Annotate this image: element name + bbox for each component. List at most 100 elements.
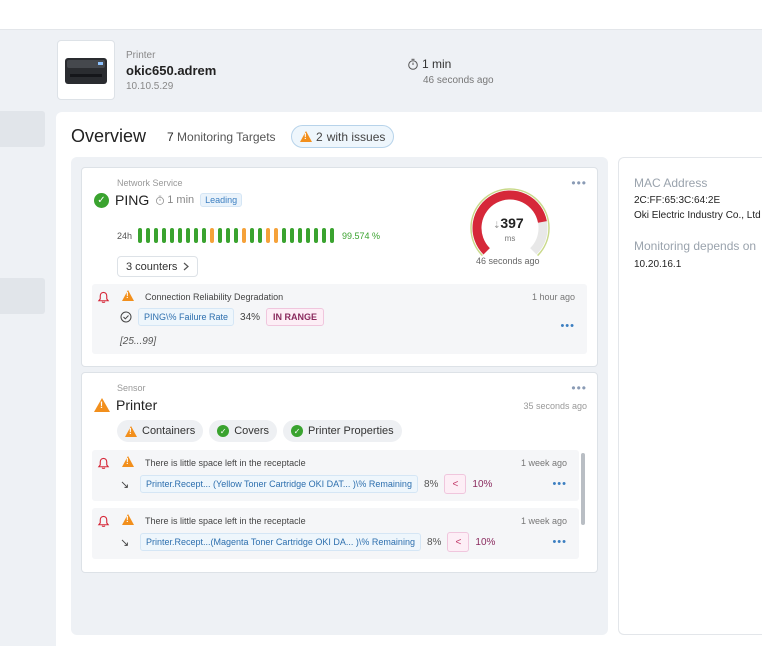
sensor-groups: Containers ✓ Covers ✓ Printer Properties (117, 420, 402, 442)
target-name: PING (115, 192, 150, 208)
stopwatch-icon (408, 58, 418, 70)
device-name: okic650.adrem (126, 63, 217, 78)
alerts-scrollbar[interactable] (581, 453, 585, 525)
main-panel: Overview 7 Monitoring Targets 2 with iss… (56, 112, 762, 646)
gauge-value: 397 (500, 215, 524, 231)
more-options-icon[interactable]: ••• (571, 381, 587, 395)
metric-value: 34% (240, 311, 261, 323)
last-check-time: 46 seconds ago (423, 75, 494, 86)
chip-containers[interactable]: Containers (117, 420, 204, 442)
counters-label: 3 counters (126, 260, 178, 273)
printer-icon (65, 58, 107, 84)
alert-more-icon[interactable]: ••• (560, 320, 575, 332)
sidebar-tab-2[interactable] (0, 278, 45, 314)
history-bar (306, 228, 311, 243)
device-thumbnail (57, 40, 115, 100)
history-bar (274, 228, 279, 243)
check-interval-value: 1 min (422, 57, 452, 71)
bell-icon (97, 457, 110, 469)
alert-title: There is little space left in the recept… (145, 516, 306, 526)
check-circle-icon (120, 311, 132, 323)
gauge-last-check: 46 seconds ago (476, 256, 540, 266)
depends-on-value[interactable]: 10.20.16.1 (634, 259, 681, 270)
leading-badge: Leading (200, 193, 243, 207)
alert-item[interactable]: There is little space left in the recept… (92, 450, 579, 501)
bell-icon (97, 515, 110, 527)
printer-target-card[interactable]: Sensor ••• Printer 35 seconds ago Contai… (81, 372, 598, 573)
target-interval-value: 1 min (167, 194, 195, 206)
issues-filter-button[interactable]: 2 with issues (291, 125, 395, 148)
metric-tag[interactable]: Printer.Recept... (Yellow Toner Cartridg… (140, 475, 418, 493)
gauge-arrow-icon: ⇣ (493, 220, 501, 230)
history-range-label: 24h (117, 230, 133, 241)
alert-item[interactable]: Connection Reliability Degradation 1 hou… (92, 284, 587, 354)
ping-target-card[interactable]: Network Service ••• ✓ PING 1 min Leading… (81, 167, 598, 367)
alert-more-icon[interactable]: ••• (552, 478, 567, 490)
sidebar-tab-1[interactable] (0, 111, 45, 147)
history-bar (146, 228, 151, 243)
target-type: Network Service (117, 178, 183, 188)
metric-value: 8% (426, 536, 442, 548)
history-bar (322, 228, 327, 243)
alert-title: There is little space left in the recept… (145, 458, 306, 468)
target-title: ✓ PING 1 min Leading (94, 192, 243, 208)
bell-icon (97, 291, 110, 303)
history-bar (162, 228, 167, 243)
chip-printer-properties[interactable]: ✓ Printer Properties (283, 420, 402, 442)
threshold-value: 10% (475, 536, 496, 548)
mac-address-value: 2C:FF:65:3C:64:2E (634, 195, 721, 206)
more-options-icon[interactable]: ••• (571, 176, 587, 190)
targets-column: Network Service ••• ✓ PING 1 min Leading… (71, 157, 608, 635)
ok-status-icon: ✓ (94, 192, 109, 208)
warning-icon (122, 456, 134, 467)
issues-count: 2 (316, 129, 323, 144)
availability-percent: 99.574 % (342, 230, 381, 241)
chip-covers[interactable]: ✓ Covers (209, 420, 278, 442)
alert-item[interactable]: There is little space left in the recept… (92, 508, 579, 559)
history-bar (314, 228, 319, 243)
history-bar (202, 228, 207, 243)
metric-tag[interactable]: Printer.Recept...(Magenta Toner Cartridg… (140, 533, 421, 551)
operator-badge: < (444, 474, 467, 494)
history-bar (290, 228, 295, 243)
history-bar (226, 228, 231, 243)
history-bar (282, 228, 287, 243)
alert-time: 1 week ago (520, 516, 567, 526)
alert-time: 1 week ago (520, 458, 567, 468)
history-bar (298, 228, 303, 243)
response-time-gauge: 397 ⇣ ms (470, 188, 550, 257)
page-title: Overview (71, 126, 147, 146)
history-bar (258, 228, 263, 243)
history-bar (178, 228, 183, 243)
details-panel: MAC Address 2C:FF:65:3C:64:2E Oki Electr… (618, 157, 762, 635)
device-ip: 10.10.5.29 (126, 81, 174, 92)
metric-value: 8% (423, 478, 439, 490)
alert-title: Connection Reliability Degradation (145, 292, 284, 302)
chip-label: Covers (234, 425, 270, 437)
target-last-check: 35 seconds ago (523, 401, 587, 411)
alert-condition: PING\% Failure Rate 34% IN RANGE (120, 308, 325, 326)
history-bar (194, 228, 199, 243)
depends-on-label: Monitoring depends on (634, 239, 757, 253)
history-bar (218, 228, 223, 243)
issues-label: with issues (326, 129, 386, 144)
trend-down-icon: ↘ (120, 478, 130, 491)
history-bars (138, 228, 335, 243)
check-interval: 1 min (407, 57, 451, 71)
chip-label: Containers (142, 425, 196, 437)
left-sidebar (0, 30, 55, 646)
top-bar (0, 0, 762, 30)
device-type: Printer (126, 50, 156, 61)
availability-history: 24h 99.574 % (117, 228, 380, 243)
history-bar (234, 228, 239, 243)
target-interval: 1 min (155, 194, 194, 206)
alert-time: 1 hour ago (531, 292, 575, 302)
alert-range: [25...99] (120, 336, 157, 347)
monitoring-targets-count: 7 Monitoring Targets (167, 130, 276, 144)
alert-more-icon[interactable]: ••• (552, 536, 567, 548)
warning-icon (300, 131, 312, 142)
history-bar (266, 228, 271, 243)
warning-icon (94, 398, 110, 412)
metric-tag[interactable]: PING\% Failure Rate (138, 308, 235, 326)
counters-button[interactable]: 3 counters (117, 256, 199, 277)
